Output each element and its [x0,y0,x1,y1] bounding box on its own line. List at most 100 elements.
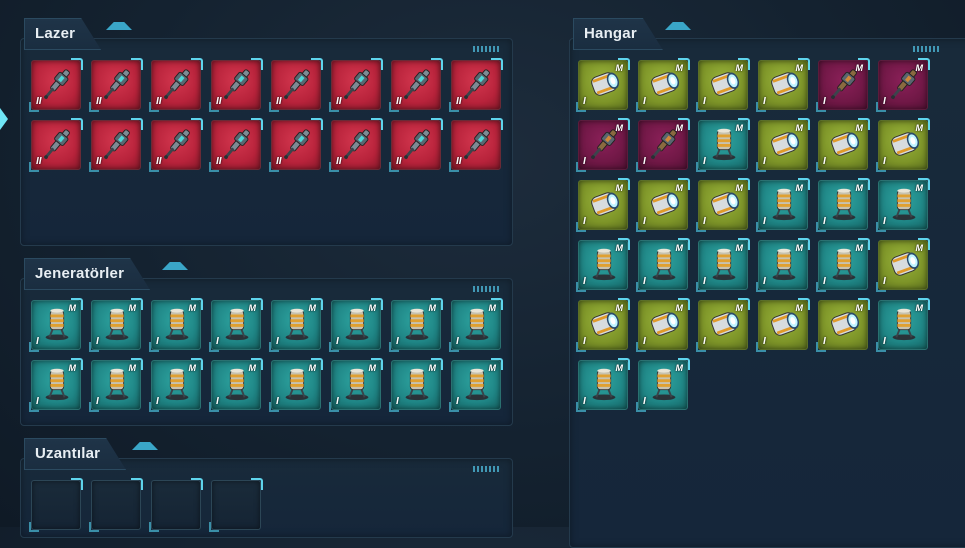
item-slot[interactable]: MI [576,298,630,352]
level-label: I [703,336,706,347]
item-slot[interactable]: MI [89,298,143,352]
stripes-decoration [473,466,499,472]
item-slot[interactable]: MI [269,358,323,412]
item-slot[interactable]: MI [696,238,750,292]
item-slot[interactable]: MI [876,298,930,352]
item-slot[interactable]: II [329,118,383,172]
item-slot[interactable]: MI [576,178,630,232]
empty-slot[interactable] [29,478,83,532]
modifier-badge: M [855,243,864,253]
item-slot[interactable]: MI [816,178,870,232]
item-slot[interactable]: MI [816,58,870,112]
modifier-badge: M [308,363,317,373]
level-label: I [336,336,339,347]
item-slot[interactable]: II [209,118,263,172]
item-slot[interactable]: MI [449,298,503,352]
item-slot[interactable]: MI [756,118,810,172]
item-slot[interactable]: MI [29,298,83,352]
modifier-badge: M [248,303,257,313]
item-slot[interactable]: MI [29,358,83,412]
level-label: I [703,276,706,287]
level-label: I [763,216,766,227]
empty-slot[interactable] [149,478,203,532]
modifier-badge: M [428,303,437,313]
level-label: II [96,96,102,107]
level-label: I [823,156,826,167]
item-slot[interactable]: II [269,118,323,172]
level-label: I [583,96,586,107]
item-slot[interactable]: II [29,58,83,112]
item-slot[interactable]: MI [389,358,443,412]
level-label: I [703,156,706,167]
item-slot[interactable]: II [449,118,503,172]
level-label: II [336,156,342,167]
empty-slot[interactable] [89,478,143,532]
item-slot[interactable]: MI [636,58,690,112]
item-slot[interactable]: MI [876,58,930,112]
item-slot[interactable]: MI [696,298,750,352]
item-slot[interactable]: MI [636,298,690,352]
item-slot[interactable]: II [449,58,503,112]
item-slot[interactable]: MI [576,58,630,112]
level-label: I [456,396,459,407]
expand-arrow-icon[interactable] [0,108,8,130]
item-slot[interactable]: MI [696,58,750,112]
item-slot[interactable]: MI [876,238,930,292]
item-slot[interactable]: MI [696,178,750,232]
item-slot[interactable]: MI [876,178,930,232]
item-slot[interactable]: II [209,58,263,112]
item-slot[interactable]: MI [636,118,690,172]
item-slot[interactable]: MI [816,238,870,292]
item-slot[interactable]: MI [89,358,143,412]
item-slot[interactable]: MI [816,298,870,352]
laser-cannon-icon [44,69,70,99]
stripes-decoration [473,46,499,52]
item-slot[interactable]: II [89,118,143,172]
level-label: II [396,96,402,107]
item-slot[interactable]: MI [636,178,690,232]
item-slot[interactable]: MI [576,118,630,172]
modifier-badge: M [675,123,684,133]
item-slot[interactable]: MI [636,358,690,412]
item-slot[interactable]: MI [756,58,810,112]
item-slot[interactable]: MI [756,298,810,352]
item-slot[interactable]: MI [756,238,810,292]
item-slot[interactable]: II [389,118,443,172]
empty-slot[interactable] [209,478,263,532]
modifier-badge: M [128,363,137,373]
modifier-badge: M [915,183,924,193]
level-label: I [456,336,459,347]
item-slot[interactable]: MI [209,358,263,412]
item-slot[interactable]: II [29,118,83,172]
item-slot[interactable]: MI [756,178,810,232]
item-slot[interactable]: MI [389,298,443,352]
level-label: I [36,396,39,407]
item-slot[interactable]: II [389,58,443,112]
item-slot[interactable]: MI [269,298,323,352]
item-slot[interactable]: MI [149,298,203,352]
item-slot[interactable]: MI [696,118,750,172]
stripes-decoration [473,286,499,292]
modifier-badge: M [615,63,624,73]
laser-cannon-icon [344,69,370,99]
item-slot[interactable]: MI [449,358,503,412]
item-slot[interactable]: MI [576,358,630,412]
modifier-badge: M [915,123,924,133]
level-label: I [583,156,586,167]
item-slot[interactable]: II [149,118,203,172]
item-slot[interactable]: II [329,58,383,112]
item-slot[interactable]: MI [209,298,263,352]
level-label: I [703,96,706,107]
item-slot[interactable]: MI [329,298,383,352]
item-slot[interactable]: II [269,58,323,112]
modifier-badge: M [615,303,624,313]
item-slot[interactable]: MI [329,358,383,412]
item-slot[interactable]: MI [876,118,930,172]
item-slot[interactable]: MI [149,358,203,412]
level-label: I [396,396,399,407]
item-slot[interactable]: MI [636,238,690,292]
item-slot[interactable]: MI [576,238,630,292]
item-slot[interactable]: II [149,58,203,112]
item-slot[interactable]: MI [816,118,870,172]
item-slot[interactable]: II [89,58,143,112]
